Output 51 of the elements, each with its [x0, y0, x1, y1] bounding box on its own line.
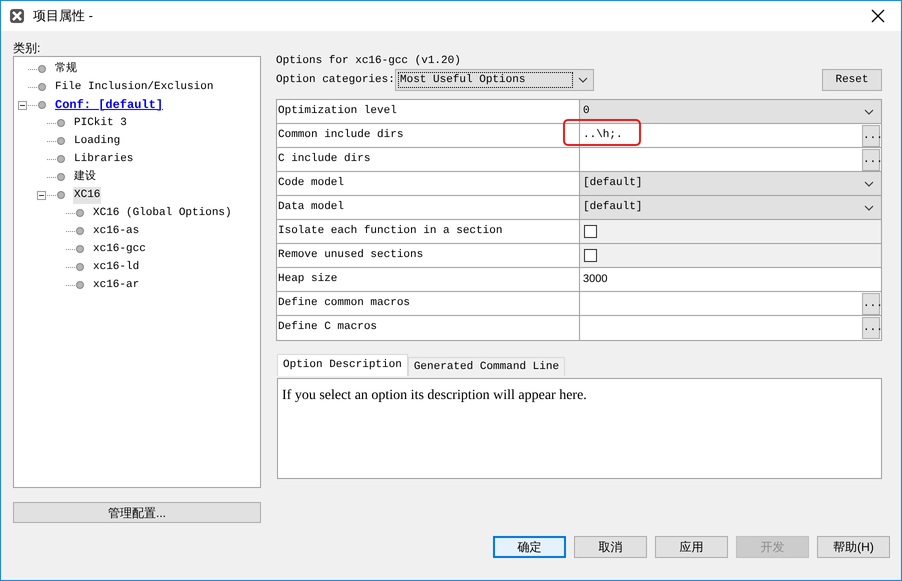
checkbox[interactable] [584, 225, 597, 238]
tree-item[interactable]: Conf: [default] [54, 96, 164, 114]
dialog-button[interactable]: 应用 [655, 536, 728, 558]
window-title: 项目属性 - [33, 7, 93, 26]
tree-item[interactable]: File Inclusion/Exclusion [54, 78, 214, 96]
manage-configurations-button[interactable]: 管理配置... [13, 502, 261, 523]
tree-item[interactable]: xc16-gcc [92, 240, 147, 258]
tab[interactable]: Generated Command Line [408, 357, 566, 376]
tree-item[interactable]: XC16 (Global Options) [92, 204, 233, 222]
tree-item[interactable]: 常规 [54, 60, 78, 78]
tree-item[interactable]: XC16 [73, 186, 102, 204]
dialog-button[interactable]: 确定 [493, 536, 566, 558]
option-label: Define common macros [277, 292, 580, 315]
collapse-icon[interactable] [37, 190, 46, 200]
options-title: Options for xc16-gcc (v1.20) [276, 54, 462, 67]
chevron-down-icon [578, 77, 588, 83]
collapse-icon[interactable] [18, 100, 27, 110]
option-label: Common include dirs [277, 124, 580, 147]
tree-item[interactable]: xc16-ar [92, 276, 140, 294]
option-categories-dropdown[interactable]: Most Useful Options [395, 69, 594, 91]
tree-item[interactable]: Loading [73, 132, 122, 150]
dialog-button[interactable]: 帮助(H) [817, 536, 890, 558]
app-icon [9, 8, 25, 24]
browse-button[interactable]: ... [862, 124, 880, 146]
tab[interactable]: Option Description [277, 354, 408, 376]
tree-item[interactable]: xc16-ld [92, 258, 140, 276]
option-dropdown[interactable]: [default] [580, 172, 881, 195]
chevron-down-icon [864, 204, 874, 210]
tree-item[interactable]: Libraries [73, 150, 134, 168]
chevron-down-icon [864, 108, 874, 114]
option-input-field[interactable]: ..\h;. [580, 124, 862, 147]
categories-label: 类别: [13, 41, 42, 55]
option-categories-label: Option categories: [276, 72, 395, 88]
option-dropdown[interactable]: 0 [580, 100, 881, 123]
close-icon[interactable] [871, 9, 885, 23]
option-dropdown[interactable]: [default] [580, 196, 881, 219]
dialog-button[interactable]: 取消 [574, 536, 647, 558]
option-label: C include dirs [277, 148, 580, 171]
option-label: Define C macros [277, 316, 580, 340]
tree-item[interactable]: xc16-as [92, 222, 140, 240]
browse-button[interactable]: ... [862, 317, 880, 339]
option-description-text: If you select an option its description will appear here. [282, 388, 587, 403]
checkbox[interactable] [584, 249, 597, 262]
reset-button[interactable]: Reset [822, 69, 882, 91]
option-input-field[interactable]: 3000 [580, 268, 881, 291]
tree-item[interactable]: 建设 [73, 168, 97, 186]
chevron-down-icon [864, 180, 874, 186]
option-label: Heap size [277, 268, 580, 291]
tree-item[interactable]: PICkit 3 [73, 114, 128, 132]
browse-button[interactable]: ... [862, 148, 880, 170]
browse-button[interactable]: ... [862, 292, 880, 314]
